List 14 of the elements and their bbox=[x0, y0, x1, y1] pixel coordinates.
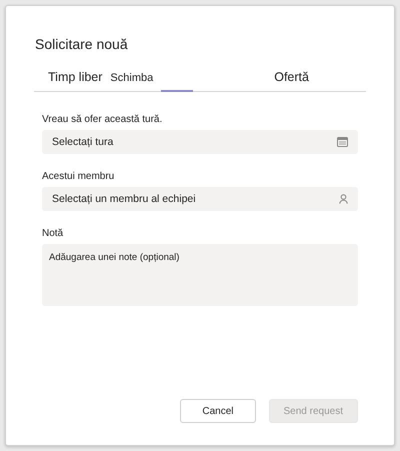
field-label: Notă bbox=[42, 228, 64, 239]
field-label: Acestui membru bbox=[42, 171, 116, 182]
tab[interactable]: Ofertă bbox=[274, 70, 309, 91]
cancel-button[interactable]: Cancel bbox=[180, 399, 256, 423]
tab-indicator bbox=[161, 90, 194, 92]
note-field[interactable]: Adăugarea unei note (opțional) bbox=[42, 244, 358, 306]
picker-field[interactable]: Selectați un membru al echipei bbox=[42, 187, 358, 211]
calendar-icon bbox=[337, 137, 348, 147]
picker-field[interactable]: Selectați tura bbox=[42, 130, 358, 154]
person-icon bbox=[339, 194, 348, 204]
tab[interactable]: Timp liber bbox=[48, 70, 102, 91]
tab[interactable]: Schimba bbox=[110, 72, 154, 91]
dialog-title: Solicitare nouă bbox=[35, 36, 129, 52]
field-label: Vreau să ofer această tură. bbox=[42, 114, 164, 125]
